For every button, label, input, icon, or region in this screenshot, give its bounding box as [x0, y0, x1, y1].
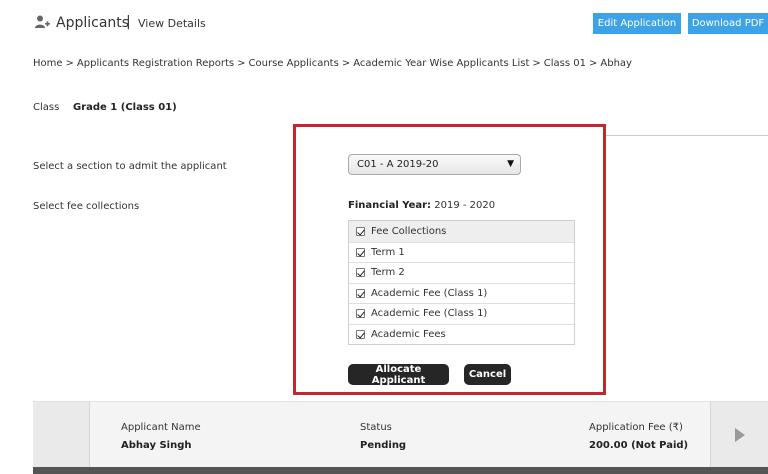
add-user-icon [35, 15, 50, 28]
card-left-gutter [33, 402, 90, 468]
fee-row[interactable]: Term 1 [349, 241, 574, 263]
breadcrumb-year-wise-list[interactable]: Academic Year Wise Applicants List [353, 58, 529, 69]
checkbox-checked-icon[interactable] [356, 268, 365, 278]
financial-year-label: Financial Year: [348, 200, 432, 211]
fee-row-label: Fee Collections [371, 225, 447, 237]
edit-application-button[interactable]: Edit Application [593, 13, 681, 34]
fee-row-label: Academic Fee (Class 1) [371, 308, 488, 320]
breadcrumb-separator: > [532, 58, 541, 69]
breadcrumb-class[interactable]: Class 01 [544, 58, 586, 69]
allocate-applicant-button[interactable]: Allocate Applicant [348, 364, 449, 386]
checkbox-checked-icon[interactable] [356, 226, 365, 236]
financial-year: Financial Year: 2019 - 2020 [348, 200, 495, 211]
breadcrumb-home[interactable]: Home [33, 58, 63, 69]
applicant-name-value: Abhay Singh [121, 440, 192, 451]
breadcrumb: Home > Applicants Registration Reports > Cou… [33, 58, 632, 69]
application-fee-value: 200.00 (Not Paid) [589, 440, 689, 451]
fee-row-label: Term 1 [371, 246, 405, 258]
breadcrumb-separator: > [341, 58, 351, 69]
section-select[interactable]: C01 - A 2019-20 ▼ [348, 154, 521, 175]
fee-collections-label: Select fee collections [33, 201, 140, 212]
breadcrumb-separator: > [588, 58, 598, 69]
applicant-name-label: Applicant Name [121, 422, 201, 433]
fee-collections-table: Fee Collections Term 1 Term 2 Academic F… [348, 220, 575, 345]
checkbox-checked-icon[interactable] [356, 329, 365, 339]
download-pdf-button[interactable]: Download PDF [688, 13, 768, 34]
breadcrumb-course-applicants[interactable]: Course Applicants [249, 58, 339, 69]
play-arrow-icon [735, 428, 745, 442]
section-label: Select a section to admit the applicant [33, 161, 227, 172]
breadcrumb-separator: > [237, 58, 246, 69]
checkbox-checked-icon[interactable] [356, 309, 365, 319]
chevron-down-icon: ▼ [507, 159, 514, 169]
checkbox-checked-icon[interactable] [356, 247, 365, 257]
application-fee-label: Application Fee (₹) [589, 422, 683, 433]
fee-row-label: Term 2 [371, 267, 405, 279]
divider [600, 135, 768, 136]
fee-row-label: Academic Fees [371, 328, 446, 340]
class-label: Class [33, 102, 60, 113]
status-value: Pending [360, 440, 407, 451]
class-value: Grade 1 (Class 01) [73, 102, 177, 113]
view-details-label: View Details [138, 17, 206, 30]
fee-row-label: Academic Fee (Class 1) [371, 287, 488, 299]
fee-row-header[interactable]: Fee Collections [349, 221, 574, 242]
title-separator: | [126, 14, 131, 30]
breadcrumb-registration-reports[interactable]: Applicants Registration Reports [77, 58, 234, 69]
status-label: Status [360, 422, 392, 433]
breadcrumb-current: Abhay [600, 58, 632, 69]
checkbox-checked-icon[interactable] [356, 288, 365, 298]
page-title: Applicants [56, 15, 130, 31]
cancel-button[interactable]: Cancel [464, 364, 511, 385]
footer-strip [33, 467, 768, 474]
fee-row[interactable]: Academic Fees [349, 323, 574, 345]
applicant-summary-card: Applicant Name Abhay Singh Status Pendin… [33, 401, 768, 468]
fee-row[interactable]: Term 2 [349, 262, 574, 283]
next-applicant-button[interactable] [710, 402, 768, 468]
fee-row[interactable]: Academic Fee (Class 1) [349, 282, 574, 304]
breadcrumb-separator: > [65, 58, 74, 69]
fee-row[interactable]: Academic Fee (Class 1) [349, 303, 574, 324]
section-select-value: C01 - A 2019-20 [357, 159, 439, 170]
financial-year-value: 2019 - 2020 [434, 200, 496, 211]
